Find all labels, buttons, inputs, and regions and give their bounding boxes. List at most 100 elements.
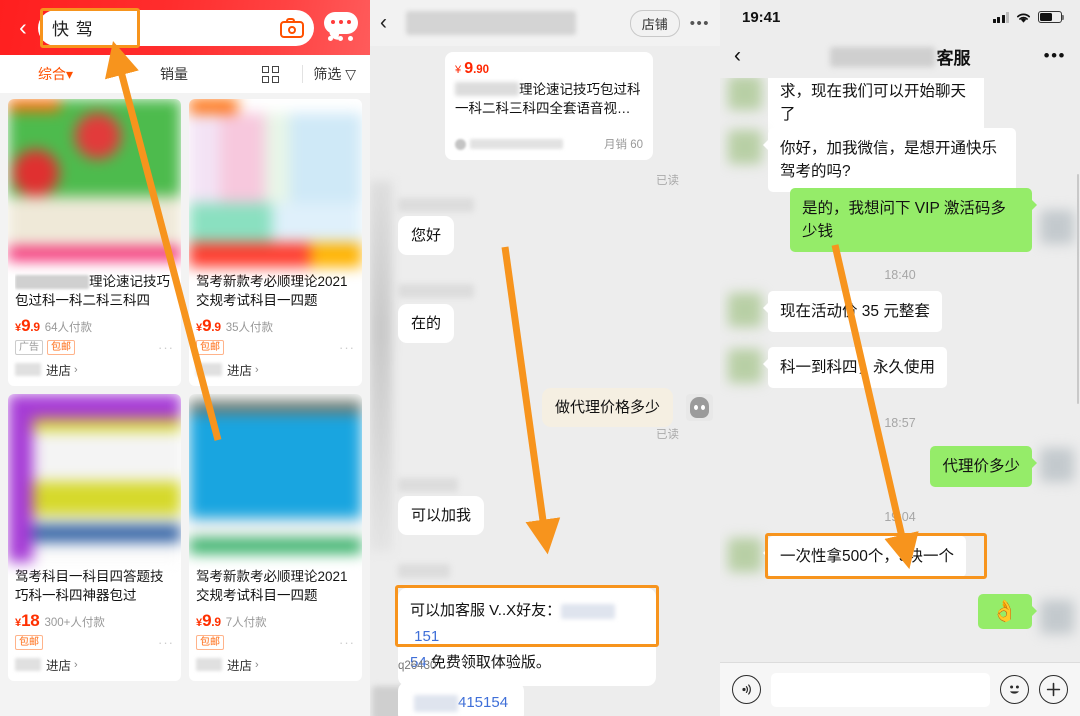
chevron-down-icon: ▾: [66, 66, 74, 82]
product-card[interactable]: 驾考新款考必顺理论2021交规考试科目一四题 ¥ 9.9 35人付款 包邮 ··…: [189, 99, 362, 386]
chat-bubble-incoming[interactable]: 现在活动价 35 元整套: [763, 291, 942, 332]
page-title: 客服: [720, 44, 1080, 69]
more-dots-icon[interactable]: ···: [158, 635, 174, 650]
avatar: [686, 394, 713, 421]
chat-bubble-incoming[interactable]: 可以加我: [398, 496, 485, 535]
shop-entry-label: 进店: [46, 364, 72, 378]
more-dots-icon[interactable]: ···: [339, 635, 355, 650]
funnel-icon: ▽: [345, 66, 356, 82]
blurred-name-label: [398, 478, 458, 492]
shop-name-blurred: [196, 658, 222, 671]
product-thumbnail[interactable]: [189, 394, 362, 562]
chat-header: ‹ 店铺 •••: [370, 0, 720, 46]
more-dots-icon[interactable]: •••: [690, 15, 710, 32]
scrollbar[interactable]: [1076, 174, 1079, 404]
product-badges: 包邮 ···: [196, 340, 355, 355]
product-price-row: ¥ 9.9 35人付款: [196, 316, 355, 336]
free-trial-text: 免费领取体验版。: [430, 654, 551, 671]
back-chevron-icon[interactable]: ‹: [380, 11, 402, 35]
wifi-icon: [1016, 13, 1031, 23]
filter-tab-bar: 综合▾ 销量 筛选 ▽: [0, 55, 370, 93]
product-price: 9.9: [202, 316, 221, 335]
wechat-message-area: 我通过了你的朋友验证请求，现在我们可以开始聊天了 你好，加我微信，是想开通快乐驾…: [720, 78, 1080, 716]
product-grid: 理论速记技巧包过科一科二科三科四 ¥ 9.9 64人付款 广告 包邮 ··· 进…: [0, 93, 370, 687]
chat-bubble-incoming[interactable]: 415154: [398, 682, 525, 716]
more-dots-icon[interactable]: •••: [1044, 46, 1066, 66]
shop-entry[interactable]: 进店 ›: [196, 360, 355, 379]
badge-free-shipping: 包邮: [196, 635, 224, 650]
status-bar: 19:41: [720, 0, 1080, 34]
chat-bubble-incoming[interactable]: 在的: [398, 304, 455, 343]
badge-free-shipping: 包邮: [196, 340, 224, 355]
grid-view-icon[interactable]: [262, 65, 279, 83]
shop-entry-label: 进店: [46, 659, 72, 673]
search-field-highlight-box: [40, 8, 140, 48]
product-badges: 包邮 ···: [196, 635, 355, 650]
shop-name-blurred: [15, 658, 41, 671]
plus-circle-icon[interactable]: [1039, 675, 1068, 704]
chat-bubble-outgoing-emoji[interactable]: 👌: [977, 594, 1038, 629]
tab-comprehensive[interactable]: 综合▾: [38, 64, 73, 84]
avatar: [728, 130, 762, 164]
product-thumbnail[interactable]: [8, 394, 181, 562]
product-sold-count: 7人付款: [225, 617, 267, 629]
avatar: [728, 349, 762, 383]
chat-bubble-outgoing[interactable]: 代理价多少: [930, 446, 1037, 487]
shop-entry[interactable]: 进店 ›: [196, 655, 355, 674]
shop-entry[interactable]: 进店 ›: [15, 360, 174, 379]
avatar: [728, 78, 762, 110]
product-message-card[interactable]: ¥ 9.90 理论速记技巧包过科一科二科三科四全套语音视… 月销 60: [445, 52, 653, 160]
chat-bubble-outgoing[interactable]: 是的，我想问下 VIP 激活码多少钱: [790, 188, 1037, 252]
shop-entry[interactable]: 进店 ›: [15, 655, 174, 674]
qq-label: q26430: [398, 660, 437, 672]
voice-record-icon[interactable]: [732, 675, 761, 704]
monthly-sales: 月销 60: [604, 139, 643, 151]
chat-bubble-incoming[interactable]: 我通过了你的朋友验证请求，现在我们可以开始聊天了: [768, 78, 984, 135]
read-status: 已读: [656, 175, 679, 187]
back-chevron-icon[interactable]: ‹: [8, 16, 38, 39]
product-thumbnail[interactable]: [8, 99, 181, 267]
blurred-name-label: [398, 198, 474, 212]
camera-icon[interactable]: [280, 17, 304, 38]
message-input[interactable]: [771, 672, 990, 707]
product-card[interactable]: 理论速记技巧包过科一科二科三科四 ¥ 9.9 64人付款 广告 包邮 ··· 进…: [8, 99, 181, 386]
product-price-row: ¥ 9.9 7人付款: [196, 611, 355, 631]
taobao-search-panel: ‹ 快 驾 综合▾ 销量 筛选 ▽ 理论速记技巧包过科一科二科三科四 ¥ 9.9…: [0, 0, 370, 716]
taobao-chat-panel: ‹ 店铺 ••• ¥ 9.90 理论速记技巧包过科一科二科三科四全套语音视… 月…: [370, 0, 720, 716]
product-sold-count: 300+人付款: [44, 617, 105, 629]
product-thumbnail[interactable]: [189, 99, 362, 267]
product-price: 9.9: [202, 611, 221, 630]
product-price: 18: [21, 611, 40, 630]
tab-sales[interactable]: 销量: [160, 64, 188, 84]
product-title: 驾考科目一科目四答题技巧科一科四神器包过: [15, 569, 164, 603]
product-price-row: ¥ 18 300+人付款: [15, 611, 174, 631]
product-title: 驾考新款考必顺理论2021交规考试科目一四题: [196, 569, 348, 603]
badge-free-shipping: 包邮: [47, 340, 75, 355]
avatar: [728, 538, 762, 572]
chat-bubble-incoming[interactable]: 你好，加我微信，是想开通快乐驾考的吗?: [763, 128, 1016, 192]
chat-message-area: ¥ 9.90 理论速记技巧包过科一科二科三科四全套语音视… 月销 60 已读 您…: [370, 46, 720, 716]
message-highlight-box: [395, 585, 659, 647]
chat-contact-name-blurred: [406, 11, 576, 35]
product-card[interactable]: 驾考新款考必顺理论2021交规考试科目一四题 ¥ 9.9 7人付款 包邮 ···…: [189, 394, 362, 681]
chat-bubble-incoming[interactable]: 科一到科四，永久使用: [762, 347, 948, 388]
chat-bubble-incoming[interactable]: 您好: [398, 216, 455, 255]
shop-button[interactable]: 店铺: [629, 9, 680, 37]
product-badges: 包邮 ···: [15, 635, 174, 650]
chat-bubble-icon[interactable]: [320, 11, 362, 45]
more-dots-icon[interactable]: ···: [158, 340, 174, 355]
product-title: 理论速记技巧包过科一科二科三科四: [15, 272, 174, 310]
chevron-right-icon: ›: [74, 658, 78, 671]
wechat-panel: 19:41 ‹ 客服 ••• 我通过了你的朋友验证请求，现在我们可以开始聊天了 …: [720, 0, 1080, 716]
product-card[interactable]: 驾考科目一科目四答题技巧科一科四神器包过 ¥ 18 300+人付款 包邮 ···…: [8, 394, 181, 681]
emoji-smiley-icon[interactable]: [1000, 675, 1029, 704]
currency-symbol: ¥: [455, 64, 462, 76]
tab-filter[interactable]: 筛选 ▽: [313, 64, 356, 84]
battery-icon: [1038, 11, 1064, 23]
product-badges: 广告 包邮 ···: [15, 340, 174, 355]
number-link[interactable]: 415154: [458, 694, 508, 711]
message-highlight-box: [765, 533, 987, 579]
read-status: 已读: [656, 429, 679, 441]
more-dots-icon[interactable]: ···: [339, 340, 355, 355]
chat-bubble-outgoing[interactable]: 做代理价格多少: [542, 388, 674, 427]
